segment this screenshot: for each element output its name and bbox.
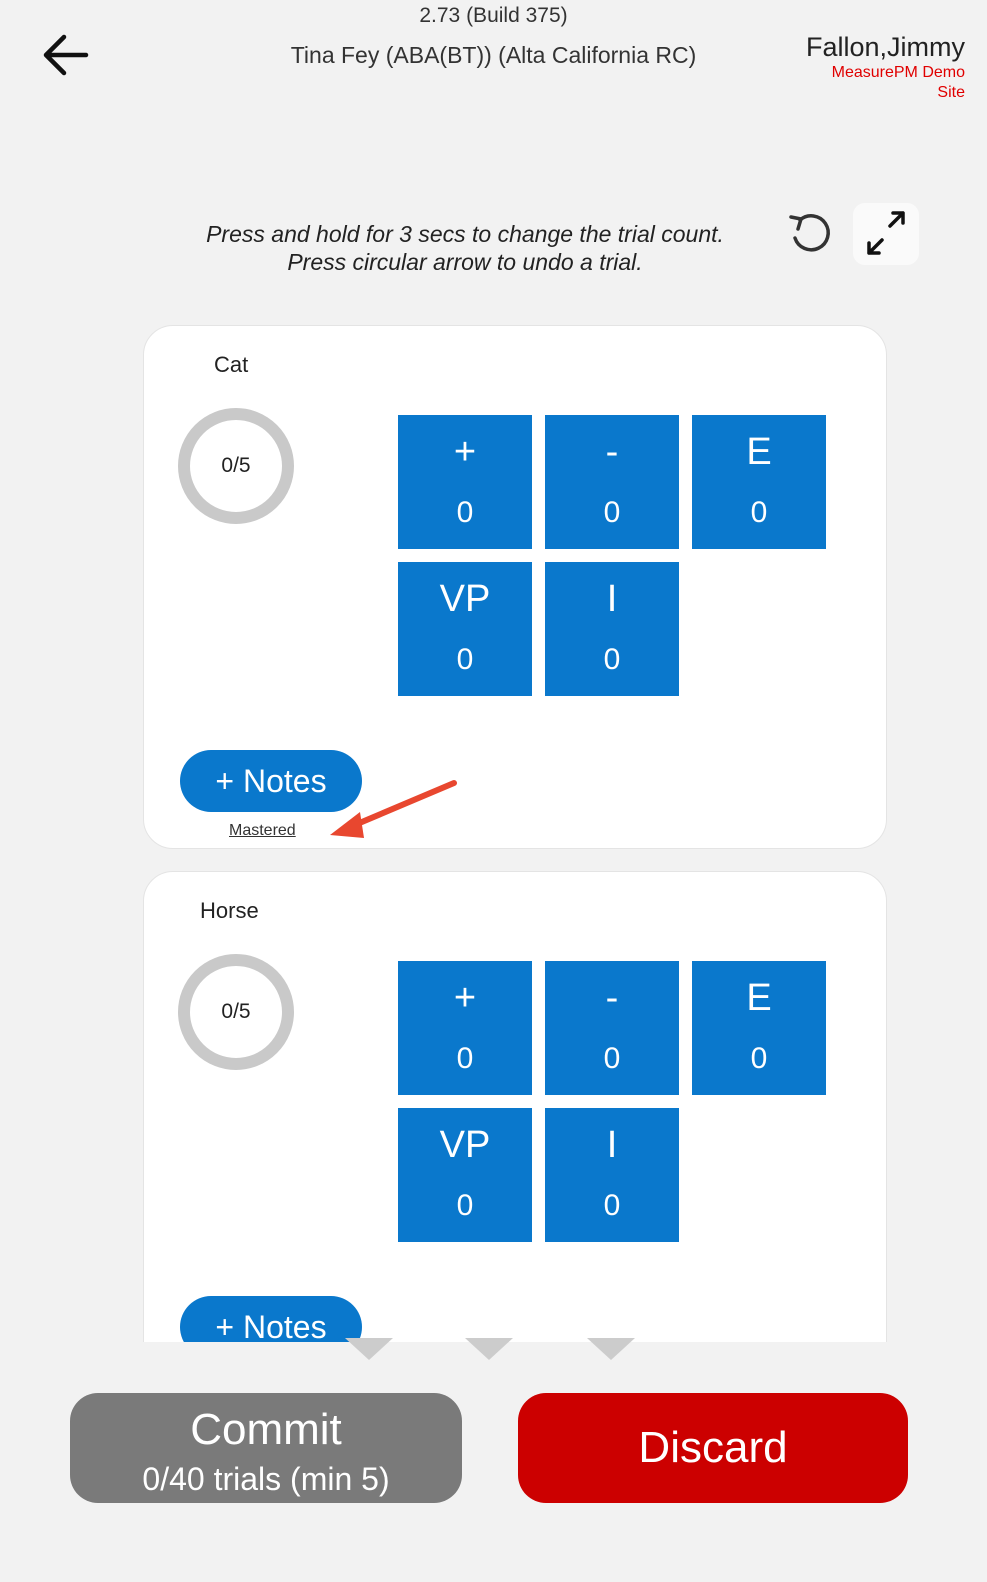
button-count: 0 [456,496,474,529]
app-version: 2.73 (Build 375) [419,4,568,27]
commit-button[interactable]: Commit 0/40 trials (min 5) [70,1393,462,1503]
user-name: Fallon,Jimmy [805,32,965,62]
instruction-line-2: Press circular arrow to undo a trial. [287,249,643,275]
score-button-vp[interactable]: VP 0 [398,562,532,696]
instructions: Press and hold for 3 secs to change the … [150,220,780,276]
targets-list[interactable]: Cat 0/5 + 0 - 0 E 0 VP 0 I 0 + Notes Mas… [0,300,987,1342]
score-button-plus[interactable]: + 0 [398,961,532,1095]
button-count: 0 [750,1042,768,1075]
button-symbol: VP [439,1124,491,1166]
undo-button[interactable] [786,208,836,258]
expand-arrows-icon [867,211,905,255]
scroll-down-indicator [465,1338,513,1360]
progress-ring: 0/5 [176,406,296,526]
scroll-down-indicator [587,1338,635,1360]
button-count: 0 [456,1189,474,1222]
commit-trial-count: 0/40 trials (min 5) [142,1461,390,1497]
score-button-minus[interactable]: - 0 [545,415,679,549]
score-button-vp[interactable]: VP 0 [398,1108,532,1242]
target-card-horse: Horse 0/5 + 0 - 0 E 0 VP 0 I 0 + Notes [143,871,887,1342]
button-symbol: - [605,431,619,473]
button-symbol: - [605,977,619,1019]
button-symbol: E [746,977,772,1019]
button-count: 0 [603,1189,621,1222]
mastered-link[interactable]: Mastered [229,822,296,840]
site-name: MeasurePM Demo Site [831,64,965,101]
discard-button[interactable]: Discard [518,1393,908,1503]
target-name: Cat [214,352,249,377]
target-name: Horse [200,898,259,923]
score-button-minus[interactable]: - 0 [545,961,679,1095]
score-button-e[interactable]: E 0 [692,415,826,549]
score-button-i[interactable]: I 0 [545,1108,679,1242]
button-symbol: I [606,1124,618,1166]
button-count: 0 [603,496,621,529]
score-button-i[interactable]: I 0 [545,562,679,696]
score-button-plus[interactable]: + 0 [398,415,532,549]
button-symbol: VP [439,578,491,620]
expand-button[interactable] [853,203,919,265]
user-info: Fallon,Jimmy MeasurePM Demo Site [806,32,965,103]
progress-ring: 0/5 [176,952,296,1072]
button-symbol: E [746,431,772,473]
target-card-cat: Cat 0/5 + 0 - 0 E 0 VP 0 I 0 + Notes Mas… [143,325,887,849]
commit-label: Commit [190,1405,342,1454]
button-count: 0 [456,643,474,676]
progress-text: 0/5 [221,454,251,477]
score-button-e[interactable]: E 0 [692,961,826,1095]
button-count: 0 [603,643,621,676]
instruction-line-1: Press and hold for 3 secs to change the … [206,221,724,247]
undo-circular-arrow-icon [789,214,830,252]
arrow-left-icon [43,34,89,76]
button-symbol: I [606,578,618,620]
button-count: 0 [750,496,768,529]
back-button[interactable] [40,32,92,78]
annotation-arrow-icon [330,780,457,838]
add-notes-button[interactable]: + Notes [180,1296,362,1342]
button-count: 0 [456,1042,474,1075]
button-count: 0 [603,1042,621,1075]
button-symbol: + [453,431,477,473]
progress-text: 0/5 [221,1000,251,1023]
button-symbol: + [453,977,477,1019]
scroll-down-indicator [345,1338,393,1360]
